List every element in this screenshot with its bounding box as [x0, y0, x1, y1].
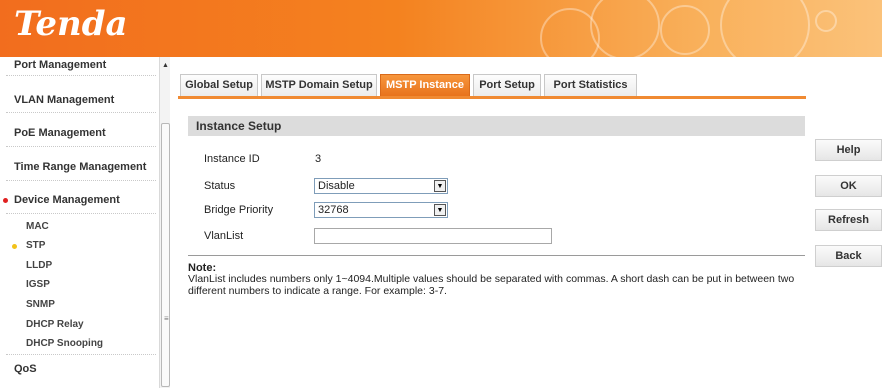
ok-button[interactable]: OK: [815, 175, 882, 197]
sidebar-divider: [6, 213, 156, 214]
note-text: VlanList includes numbers only 1~4094.Mu…: [188, 273, 795, 297]
selected-marker-icon: [12, 244, 17, 249]
header-banner: Tenda: [0, 0, 882, 57]
chevron-down-icon[interactable]: ▼: [434, 180, 446, 192]
vlanlist-label: VlanList: [204, 230, 244, 242]
sidebar-item-vlan-management[interactable]: VLAN Management: [14, 94, 114, 106]
sidebar-item-time-range-management[interactable]: Time Range Management: [14, 161, 146, 173]
bridge-priority-select[interactable]: 32768 ▼: [314, 202, 448, 218]
instance-id-value: 3: [315, 153, 322, 165]
sidebar-item-port-management[interactable]: Port Management: [14, 59, 106, 71]
scroll-up-arrow-icon[interactable]: ▲: [162, 62, 169, 69]
chevron-down-icon[interactable]: ▼: [434, 204, 446, 216]
sidebar-subitem-dhcp-snooping[interactable]: DHCP Snooping: [26, 338, 103, 349]
tab-port-setup[interactable]: Port Setup: [473, 74, 541, 96]
help-button[interactable]: Help: [815, 139, 882, 161]
divider: [188, 255, 805, 256]
bridge-priority-label: Bridge Priority: [204, 204, 274, 216]
scrollbar-thumb[interactable]: ≡: [161, 123, 170, 387]
sidebar-item-qos[interactable]: QoS: [14, 363, 37, 375]
status-select[interactable]: Disable ▼: [314, 178, 448, 194]
decor-circle: [660, 5, 710, 55]
grip-icon: ≡: [164, 314, 169, 323]
sidebar-divider: [6, 354, 156, 355]
back-button[interactable]: Back: [815, 245, 882, 267]
sidebar-subitem-mac[interactable]: MAC: [26, 221, 49, 232]
decor-circle: [590, 0, 660, 57]
sidebar-subitem-stp[interactable]: STP: [26, 240, 45, 251]
tab-global-setup[interactable]: Global Setup: [180, 74, 258, 96]
panel-title: Instance Setup: [188, 116, 805, 136]
tab-mstp-instance[interactable]: MSTP Instance: [380, 74, 470, 96]
vlanlist-input[interactable]: [314, 228, 552, 244]
refresh-button[interactable]: Refresh: [815, 209, 882, 231]
instance-id-label: Instance ID: [204, 153, 260, 165]
tab-port-statistics[interactable]: Port Statistics: [544, 74, 637, 96]
status-label: Status: [204, 180, 236, 192]
sidebar: Port Management VLAN Management PoE Mana…: [0, 57, 170, 388]
sidebar-item-poe-management[interactable]: PoE Management: [14, 127, 106, 139]
tab-mstp-domain-setup[interactable]: MSTP Domain Setup: [261, 74, 377, 96]
sidebar-subitem-snmp[interactable]: SNMP: [26, 299, 55, 310]
expanded-marker-icon: [3, 198, 8, 203]
sidebar-divider: [6, 112, 156, 113]
sidebar-scrollbar[interactable]: ▲ ≡: [159, 57, 170, 388]
sidebar-subitem-igsp[interactable]: IGSP: [26, 279, 50, 290]
sidebar-subitem-lldp[interactable]: LLDP: [26, 260, 52, 271]
tab-underline: [178, 96, 806, 99]
decor-circle: [720, 0, 810, 57]
sidebar-divider: [6, 75, 156, 76]
sidebar-divider: [6, 180, 156, 181]
tenda-logo: Tenda: [14, 4, 128, 44]
sidebar-divider: [6, 146, 156, 147]
decor-circle: [815, 10, 837, 32]
sidebar-item-device-management[interactable]: Device Management: [14, 194, 120, 206]
sidebar-subitem-dhcp-relay[interactable]: DHCP Relay: [26, 319, 84, 330]
status-select-value: Disable: [318, 180, 355, 192]
bridge-priority-select-value: 32768: [318, 204, 349, 216]
